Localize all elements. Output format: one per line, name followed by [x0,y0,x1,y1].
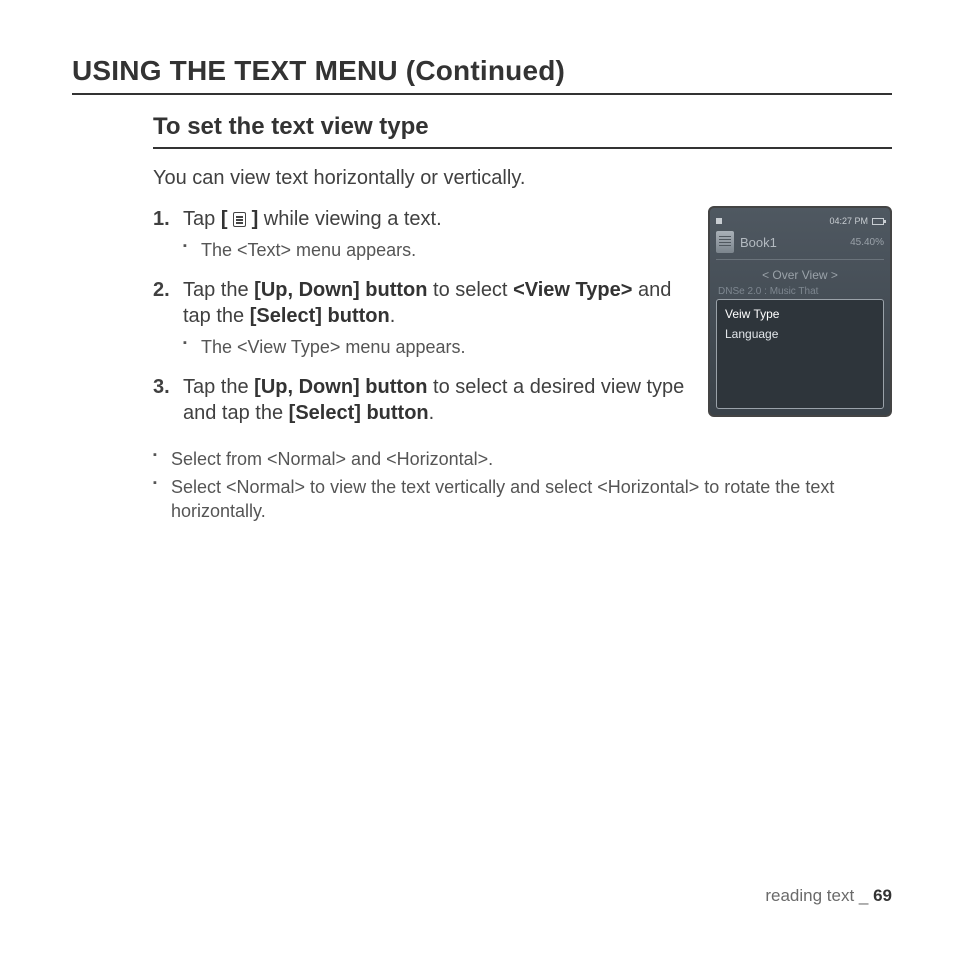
page-footer: reading text _ 69 [765,886,892,906]
main-title: USING THE TEXT MENU (Continued) [72,55,892,95]
menu-icon [233,212,246,227]
step-3: Tap the [Up, Down] button to select a de… [153,374,690,427]
step2-t1: Tap the [183,279,254,301]
device-subtitle: < Over View > [716,260,884,286]
device-mock: 04:27 PM Book1 45.40% < Over View > DNSe… [708,206,892,417]
device-titlebar: Book1 45.40% [716,228,884,260]
step2-t4: . [390,305,396,327]
device-status-bar: 04:27 PM [716,214,884,228]
device-percent: 45.40% [850,237,884,248]
footer-label: reading text _ [765,886,873,905]
step1-bracket-open: [ [221,208,233,230]
step3-b2: [Select] button [289,402,429,424]
device-title: Book1 [740,235,844,250]
step-1: Tap [ ] while viewing a text. The <Text>… [153,206,690,263]
step3-b1: [Up, Down] button [254,376,427,398]
step3-t3: . [429,402,435,424]
popup-option-viewtype: Veiw Type [723,304,877,324]
step1-bracket-close: ] [246,208,258,230]
step3-sub2: Select <Normal> to view the text vertica… [153,475,892,524]
section-title: To set the text view type [153,113,892,149]
step2-b2: <View Type> [513,279,632,301]
step1-text-pre: Tap [183,208,221,230]
device-time: 04:27 PM [829,216,868,226]
step-2: Tap the [Up, Down] button to select <Vie… [153,277,690,360]
battery-icon [872,218,884,225]
step1-text-post: while viewing a text. [258,208,441,230]
device-popup: Veiw Type Language [716,299,884,409]
section-intro: You can view text horizontally or vertic… [153,167,892,190]
step2-b1: [Up, Down] button [254,279,427,301]
device-truncated-text: DNSe 2.0 : Music That [716,286,884,299]
step1-sub1: The <Text> menu appears. [183,238,690,262]
document-icon [716,231,734,253]
stop-icon [716,218,722,224]
step3-sub1: Select from <Normal> and <Horizontal>. [153,447,892,471]
step3-t1: Tap the [183,376,254,398]
footer-page-number: 69 [873,886,892,905]
step2-sub1: The <View Type> menu appears. [183,335,690,359]
step2-t2: to select [427,279,513,301]
step2-b3: [Select] button [250,305,390,327]
popup-option-language: Language [723,324,877,344]
